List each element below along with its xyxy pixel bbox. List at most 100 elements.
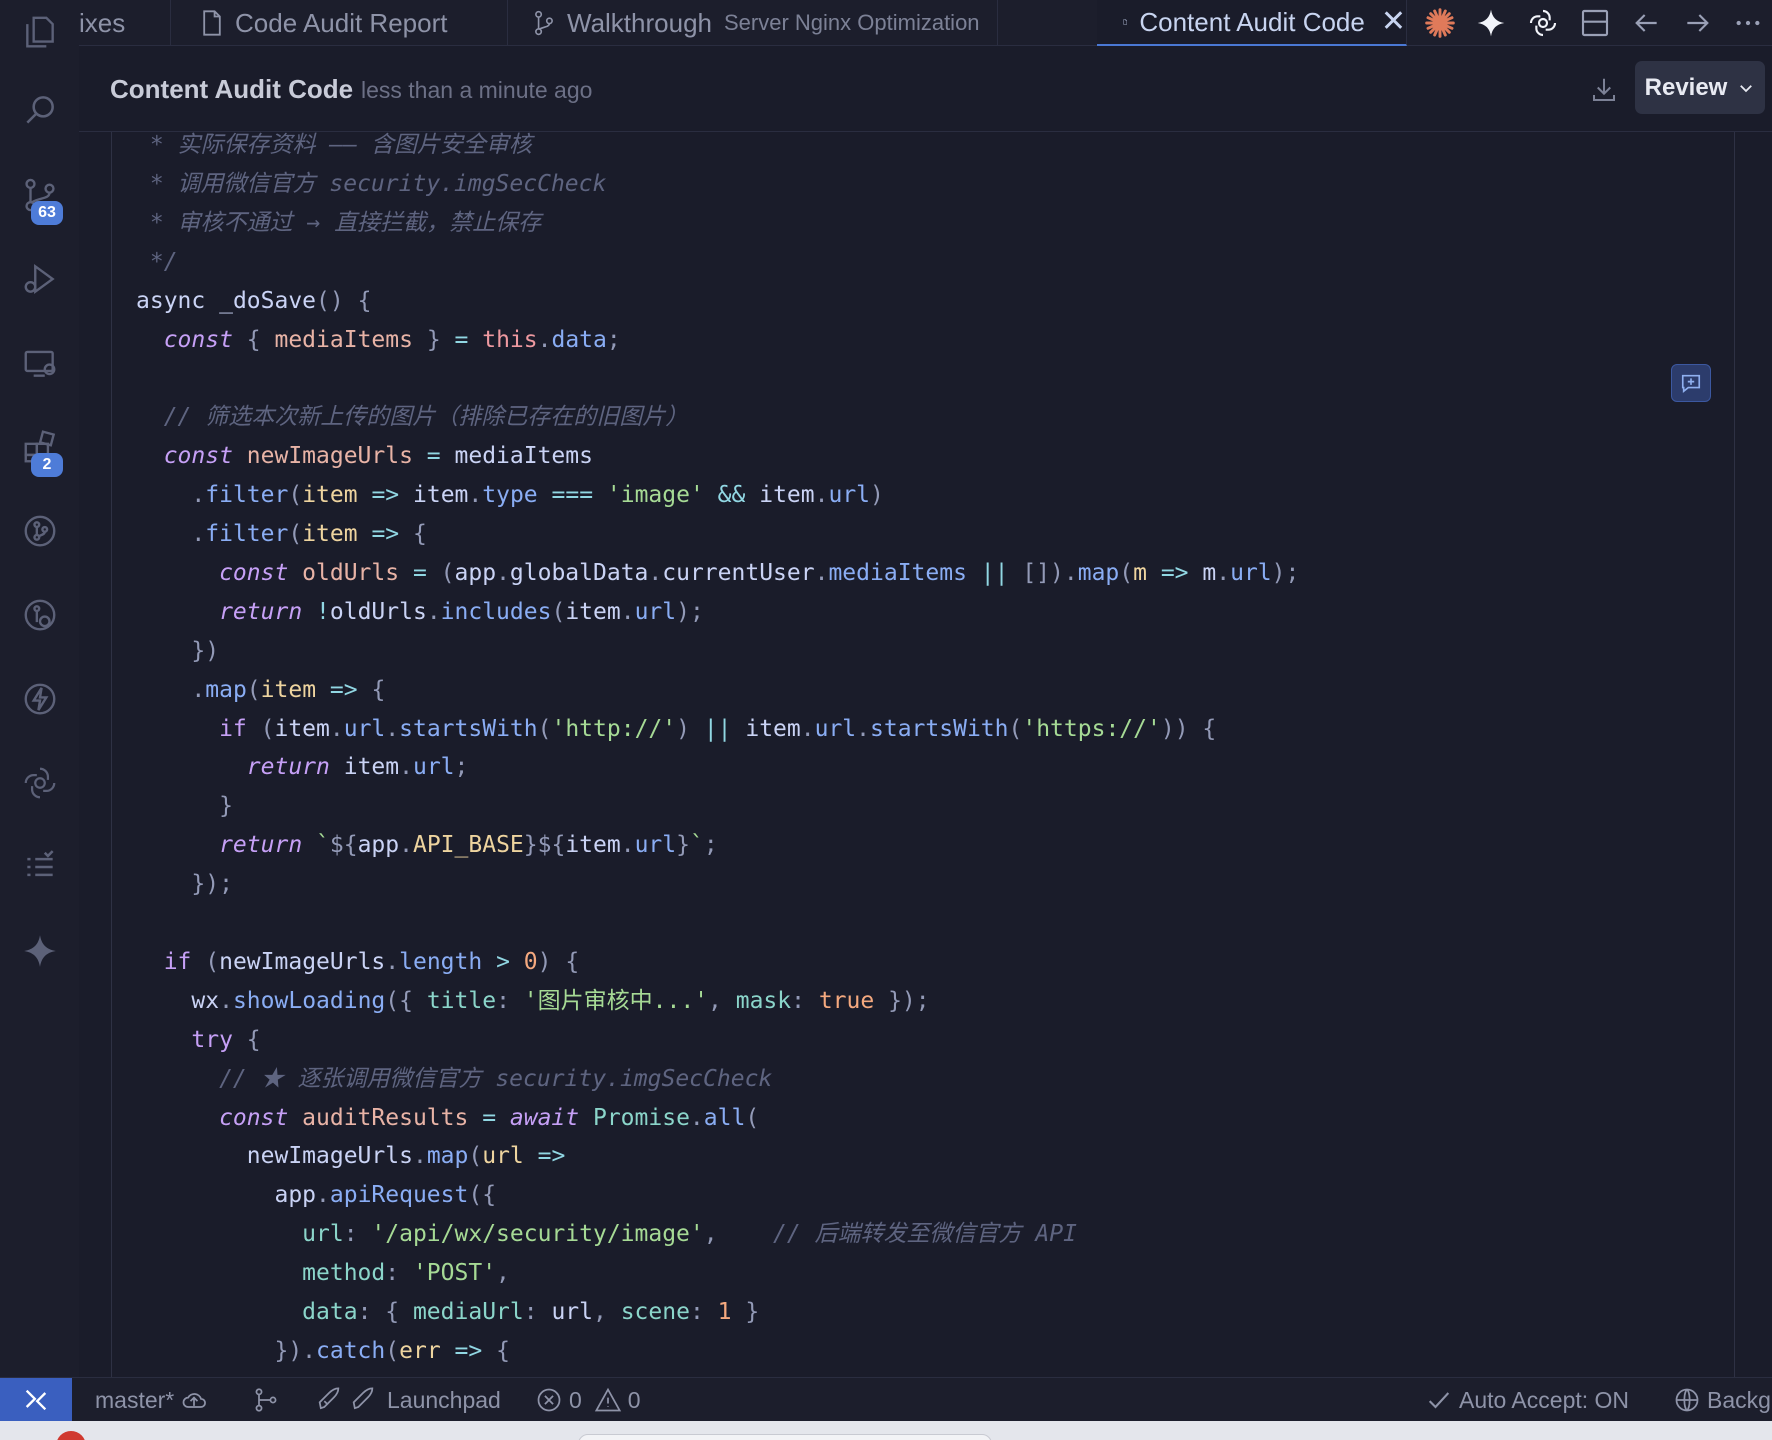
code-token: . <box>814 559 829 586</box>
forward-arrow-icon[interactable] <box>1674 0 1722 46</box>
walkthrough-icon <box>535 10 553 36</box>
more-icon[interactable] <box>1724 0 1772 46</box>
code-token: data <box>136 1299 358 1325</box>
sparkle-icon[interactable] <box>0 919 79 983</box>
code-line: if (newImageUrls.length > 0) { <box>136 944 580 980</box>
remote-explorer-icon[interactable] <box>0 331 79 395</box>
code-token: . <box>648 559 663 586</box>
code-token: url <box>634 832 677 859</box>
code-line: .map(item => { <box>136 672 385 708</box>
remote-button[interactable] <box>0 1378 72 1422</box>
tab-label: Content Audit Code <box>1139 6 1365 37</box>
lightning-icon[interactable] <box>0 667 79 731</box>
code-token: oldUrls <box>302 559 413 586</box>
openai-icon[interactable] <box>1519 0 1567 46</box>
add-comment-button[interactable] <box>1671 364 1711 402</box>
claude-icon[interactable] <box>1416 0 1464 46</box>
code-token: true <box>818 987 889 1014</box>
code-token: . <box>496 559 510 586</box>
code-token: item <box>413 482 469 509</box>
code-token: = <box>454 326 483 353</box>
code-token: ( <box>1119 559 1134 586</box>
code-token: ( <box>205 948 220 975</box>
code-token: ${ <box>329 832 358 859</box>
code-token: item <box>260 676 330 703</box>
taskbar-search[interactable] <box>578 1434 992 1440</box>
code-token: item <box>302 482 372 509</box>
code-token: this <box>482 326 538 353</box>
code-token: && <box>717 482 760 509</box>
code-token: map <box>1077 559 1120 586</box>
code-line: } <box>136 788 233 824</box>
cloud-upload-icon <box>182 1393 207 1408</box>
code-token: : <box>689 1299 718 1325</box>
code-token: includes <box>440 598 552 625</box>
code-token: : { <box>357 1299 413 1325</box>
code-token: ( <box>440 559 455 586</box>
tab-walkthrough[interactable]: Walkthrough Server Nginx Optimization <box>508 0 998 46</box>
download-button[interactable] <box>1584 70 1624 110</box>
code-token: 'image' <box>606 482 718 509</box>
code-token: return <box>136 598 317 625</box>
source-control-icon[interactable]: 63 <box>0 163 79 227</box>
code-token: _doSave <box>219 287 317 314</box>
code-line: const { mediaItems } = this.data; <box>136 322 621 358</box>
code-token: newImageUrls <box>246 443 427 470</box>
code-token: . <box>136 676 206 703</box>
review-button[interactable]: Review <box>1635 61 1765 114</box>
launchpad-status[interactable]: Launchpad <box>315 1378 501 1422</box>
tab-code-audit-report[interactable]: Code Audit Report <box>171 0 508 46</box>
code-line: app.apiRequest({ <box>136 1177 496 1213</box>
code-line: if (item.url.startsWith('http://') || it… <box>136 711 1216 747</box>
code-token: showLoading <box>232 987 386 1014</box>
background-status[interactable]: Backg <box>1673 1378 1771 1422</box>
code-token: * 审核不通过 → 直接拦截，禁止保存 <box>136 209 542 236</box>
branch-status[interactable]: master* <box>95 1378 208 1422</box>
explorer-icon[interactable] <box>0 0 79 64</box>
auto-accept-status[interactable]: Auto Accept: ON <box>1425 1378 1629 1422</box>
code-token: => <box>537 1143 566 1170</box>
code-token: }) <box>136 637 220 664</box>
task-list-icon[interactable] <box>0 835 79 899</box>
close-icon[interactable]: ✕ <box>1381 7 1406 37</box>
sparkle-icon[interactable] <box>1467 0 1515 46</box>
code-token: app <box>357 832 400 859</box>
code-token: url <box>136 1221 344 1248</box>
code-token: []). <box>1022 559 1078 586</box>
code-token: : <box>791 987 819 1014</box>
code-token: length <box>399 948 497 975</box>
code-token: ( <box>468 1143 483 1170</box>
background-label: Backg <box>1707 1386 1771 1413</box>
code-token: }); <box>888 987 930 1014</box>
gitlens-icon[interactable] <box>0 499 79 563</box>
code-token: return <box>136 832 317 859</box>
tab-content-audit-code[interactable]: Content Audit Code ✕ <box>1097 0 1407 46</box>
code-token: item <box>759 482 815 509</box>
code-line: }) <box>136 633 219 669</box>
error-icon <box>537 1388 561 1412</box>
code-token: const <box>136 559 303 586</box>
run-debug-icon[interactable] <box>0 247 79 311</box>
timestamp: less than a minute ago <box>361 77 593 103</box>
code-token: item <box>565 598 621 625</box>
code-token: url <box>482 1143 538 1170</box>
openai-icon[interactable] <box>0 751 79 815</box>
git-graph-icon[interactable] <box>0 583 79 647</box>
code-token: ( <box>246 676 261 703</box>
code-token: if <box>136 948 206 975</box>
code-token: url <box>814 715 857 742</box>
code-token: app <box>454 559 497 586</box>
problems-status[interactable]: 0 0 <box>535 1378 641 1422</box>
code-token: newImageUrls <box>136 1143 413 1170</box>
split-editor-icon[interactable] <box>1571 0 1619 46</box>
code-token: map <box>205 676 247 703</box>
code-token: ( <box>1008 715 1023 742</box>
back-arrow-icon[interactable] <box>1622 0 1670 46</box>
code-viewer[interactable]: * 实际保存资料 —— 含图片安全审核 * 调用微信官方 security.im… <box>111 132 1735 1377</box>
extensions-icon[interactable]: 2 <box>0 415 79 479</box>
source-control-badge: 63 <box>31 201 63 225</box>
tab-fixes[interactable]: ixes <box>79 0 171 46</box>
search-icon[interactable] <box>0 78 79 142</box>
code-token: item <box>343 754 400 781</box>
git-graph-status[interactable] <box>252 1378 280 1422</box>
